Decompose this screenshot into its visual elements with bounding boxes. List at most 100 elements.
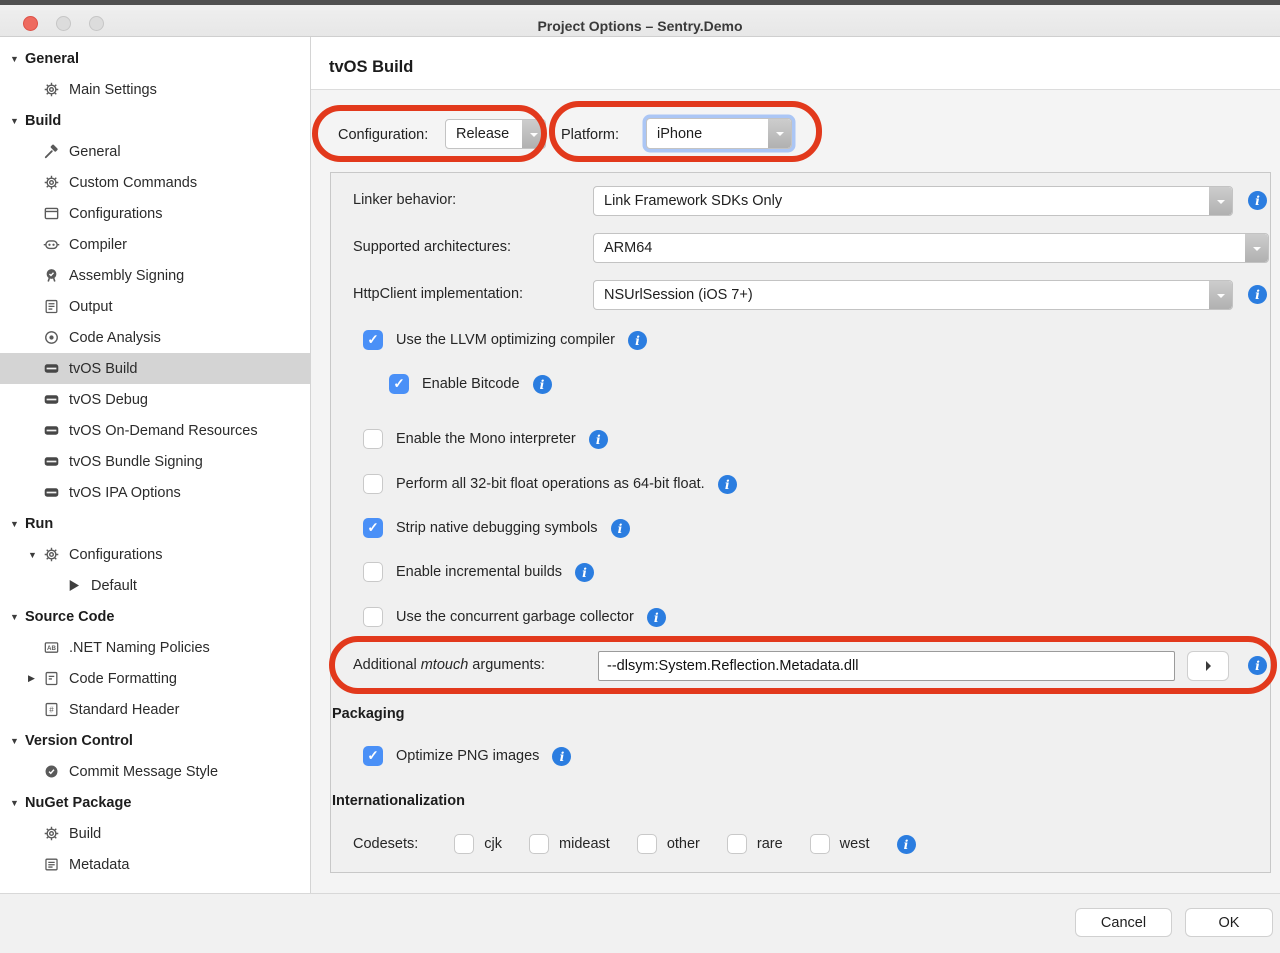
platform-select[interactable]: iPhone [646,118,792,149]
badge-icon [43,267,62,284]
sidebar-item-source-code[interactable]: ▼Source Code [0,601,310,632]
configuration-select[interactable]: Release [445,119,546,149]
sidebar-item-default[interactable]: Default [0,570,310,601]
disclosure-down-icon[interactable]: ▼ [8,798,25,808]
configuration-select-value: Release [456,126,509,142]
codeset-item-mideast: mideast [529,834,610,854]
use-the-concurrent-garbage-collector-label: Use the concurrent garbage collector [396,609,634,625]
sidebar-item-label: Source Code [25,609,114,625]
dropdown-arrow-icon [522,120,545,148]
sidebar-item-commit-message-style[interactable]: Commit Message Style [0,756,310,787]
mtouch-expand-button[interactable] [1187,651,1229,681]
sidebar-item-code-formatting[interactable]: ▶Code Formatting [0,663,310,694]
enable-the-mono-interpreter-row: Enable the Mono interpreteri [363,429,608,449]
sidebar-item-label: Output [69,299,113,315]
sidebar-item-build[interactable]: ▼Build [0,105,310,136]
sidebar-item-metadata[interactable]: Metadata [0,849,310,880]
play-icon [65,577,84,594]
disclosure-down-icon[interactable]: ▼ [8,736,25,746]
disclosure-down-icon[interactable]: ▼ [26,550,43,560]
codeset-other-checkbox[interactable] [637,834,657,854]
mtouch-arguments-input[interactable] [598,651,1175,681]
disclosure-down-icon[interactable]: ▼ [8,54,25,64]
hash-doc-icon: # [43,701,62,718]
sidebar-item-standard-header[interactable]: #Standard Header [0,694,310,725]
info-icon[interactable]: i [718,475,737,494]
info-icon[interactable]: i [647,608,666,627]
info-icon[interactable]: i [552,747,571,766]
enable-incremental-builds-checkbox[interactable] [363,562,383,582]
enable-the-mono-interpreter-checkbox[interactable] [363,429,383,449]
robot-icon [43,236,62,253]
sidebar-item-label: Build [25,113,61,129]
codeset-cjk-checkbox[interactable] [454,834,474,854]
sidebar-item-tvos-bundle-signing[interactable]: tvOS Bundle Signing [0,446,310,477]
sidebar-item-output[interactable]: Output [0,291,310,322]
sidebar-item-version-control[interactable]: ▼Version Control [0,725,310,756]
supported-architectures-select[interactable]: ARM64 [593,233,1269,263]
select-value: ARM64 [604,240,652,256]
httpclient-implementation-select[interactable]: NSUrlSession (iOS 7+) [593,280,1233,310]
sidebar-item-label: Compiler [69,237,127,253]
strip-native-debugging-symbols-label: Strip native debugging symbols [396,520,598,536]
packaging-heading: Packaging [332,706,405,722]
codeset-west-checkbox[interactable] [810,834,830,854]
sidebar-item-nuget-package[interactable]: ▼NuGet Package [0,787,310,818]
gear-icon [43,81,62,98]
codeset-item-cjk: cjk [454,834,502,854]
strip-native-debugging-symbols-checkbox[interactable]: ✓ [363,518,383,538]
optimize-png-images-checkbox[interactable]: ✓ [363,746,383,766]
httpclient-implementation-label: HttpClient implementation: [353,286,523,302]
sidebar-item-custom-commands[interactable]: Custom Commands [0,167,310,198]
disclosure-down-icon[interactable]: ▼ [8,519,25,529]
disclosure-right-icon[interactable]: ▶ [26,673,43,684]
sidebar-item-compiler[interactable]: Compiler [0,229,310,260]
sidebar-item-tvos-ipa-options[interactable]: tvOS IPA Options [0,477,310,508]
linker-behavior-select[interactable]: Link Framework SDKs Only [593,186,1233,216]
info-icon[interactable]: i [1248,656,1267,675]
sidebar-item-tvos-on-demand-resources[interactable]: tvOS On-Demand Resources [0,415,310,446]
sidebar-item-tvos-debug[interactable]: tvOS Debug [0,384,310,415]
sidebar-item-main-settings[interactable]: Main Settings [0,74,310,105]
sidebar-item-tvos-build[interactable]: tvOS Build [0,353,310,384]
optimize-png-images-label: Optimize PNG images [396,748,539,764]
doc-lines-icon [43,298,62,315]
sidebar-item-code-analysis[interactable]: Code Analysis [0,322,310,353]
codeset-rare-checkbox[interactable] [727,834,747,854]
sidebar-item-label: Commit Message Style [69,764,218,780]
sidebar-item-general[interactable]: General [0,136,310,167]
disclosure-down-icon[interactable]: ▼ [8,612,25,622]
info-icon[interactable]: i [1248,285,1267,304]
info-icon[interactable]: i [1248,191,1267,210]
hammer-icon [43,143,62,160]
titlebar: Project Options – Sentry.Demo [0,5,1280,37]
linker-behavior-label: Linker behavior: [353,192,456,208]
perform-all-32-bit-float-operations-as-6-checkbox[interactable] [363,474,383,494]
supported-architectures-label: Supported architectures: [353,239,511,255]
sidebar-item-configurations[interactable]: ▼Configurations [0,539,310,570]
tv-icon [43,453,62,470]
info-icon[interactable]: i [628,331,647,350]
codeset-item-other: other [637,834,700,854]
cancel-button[interactable]: Cancel [1075,908,1172,937]
sidebar-item-assembly-signing[interactable]: Assembly Signing [0,260,310,291]
info-icon[interactable]: i [897,835,916,854]
sidebar-item-general[interactable]: ▼General [0,43,310,74]
sidebar-item-net-naming-policies[interactable]: AB.NET Naming Policies [0,632,310,663]
use-the-llvm-optimizing-compiler-checkbox[interactable]: ✓ [363,330,383,350]
platform-label: Platform: [561,127,619,143]
sidebar-item-label: tvOS On-Demand Resources [69,423,258,439]
sidebar-item-configurations[interactable]: Configurations [0,198,310,229]
info-icon[interactable]: i [611,519,630,538]
ok-button[interactable]: OK [1185,908,1273,937]
sidebar-item-label: Default [91,578,137,594]
info-icon[interactable]: i [589,430,608,449]
sidebar-item-run[interactable]: ▼Run [0,508,310,539]
info-icon[interactable]: i [533,375,552,394]
disclosure-down-icon[interactable]: ▼ [8,116,25,126]
info-icon[interactable]: i [575,563,594,582]
enable-bitcode-checkbox[interactable]: ✓ [389,374,409,394]
sidebar-item-build[interactable]: Build [0,818,310,849]
use-the-concurrent-garbage-collector-checkbox[interactable] [363,607,383,627]
codeset-mideast-checkbox[interactable] [529,834,549,854]
